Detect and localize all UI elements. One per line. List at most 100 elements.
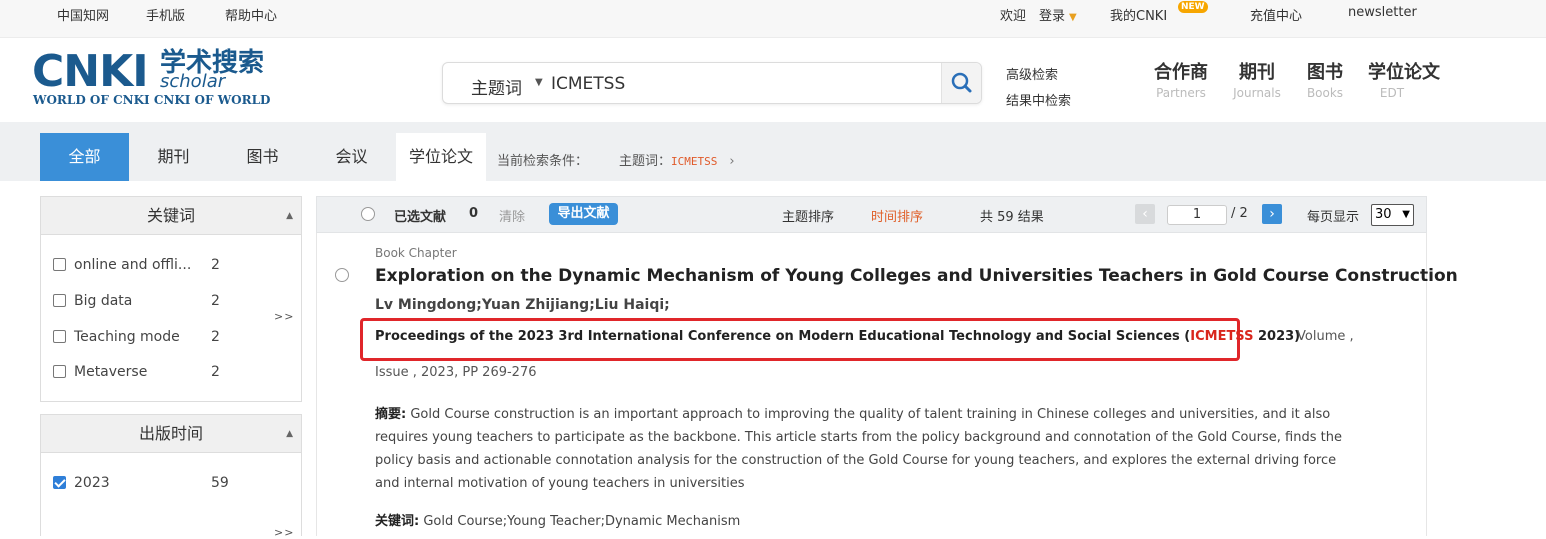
- link-help[interactable]: 帮助中心: [225, 5, 277, 24]
- collapse-arrow-icon[interactable]: ▲: [286, 415, 293, 453]
- nav-edt-en: EDT: [1379, 86, 1405, 100]
- nav-books-label: 图书: [1307, 62, 1343, 83]
- chevron-down-icon: ▼: [1402, 209, 1410, 220]
- keyword-filter-panel: 关键词 ▲ online and offli... 2 Big data 2 T…: [40, 196, 302, 402]
- tab-conference[interactable]: 会议: [307, 133, 396, 181]
- year-filter-title: 出版时间: [138, 424, 203, 443]
- login-link[interactable]: 登录 ▼: [1039, 5, 1077, 24]
- select-all-radio[interactable]: [361, 207, 375, 221]
- keyword-filter-header[interactable]: 关键词 ▲: [41, 197, 301, 235]
- nav-partners-en: Partners: [1156, 86, 1206, 100]
- abstract-text: Gold Course construction is an important…: [375, 407, 1342, 491]
- sort-by-time[interactable]: 时间排序: [871, 206, 923, 225]
- collapse-arrow-icon[interactable]: ▲: [286, 197, 293, 235]
- keywords-label: 关键词:: [375, 514, 420, 529]
- per-page-select[interactable]: 30 ▼: [1371, 204, 1414, 226]
- newsletter-link[interactable]: newsletter: [1348, 5, 1417, 20]
- nav-journals-label: 期刊: [1239, 62, 1275, 83]
- checkbox[interactable]: [53, 294, 66, 307]
- prev-page-button[interactable]: ‹: [1135, 204, 1155, 224]
- my-cnki-link[interactable]: 我的CNKI: [1110, 5, 1167, 24]
- search-icon: [951, 72, 972, 93]
- year-filter-panel: 出版时间 ▲ 2023 59 >>: [40, 414, 302, 539]
- year-filter-item[interactable]: 2023: [53, 475, 110, 491]
- keywords-text[interactable]: Gold Course;Young Teacher;Dynamic Mechan…: [423, 514, 740, 529]
- chevron-right-icon[interactable]: ›: [729, 154, 734, 169]
- sort-by-topic[interactable]: 主题排序: [782, 206, 834, 225]
- search-within-results-link[interactable]: 结果中检索: [1006, 90, 1071, 109]
- tab-dissertations[interactable]: 学位论文: [396, 133, 486, 181]
- chevron-down-icon: ▼: [1069, 12, 1077, 23]
- filter-label: Teaching mode: [74, 329, 180, 345]
- advanced-search-link[interactable]: 高级检索: [1006, 64, 1058, 83]
- keyword-filter-item[interactable]: online and offli...: [53, 257, 191, 273]
- tab-books[interactable]: 图书: [218, 133, 307, 181]
- filter-count: 2: [211, 293, 220, 309]
- year-filter-header[interactable]: 出版时间 ▲: [41, 415, 301, 453]
- export-button[interactable]: 导出文献: [549, 203, 618, 225]
- search-field-select[interactable]: 主题词: [471, 74, 522, 99]
- nav-partners-label: 合作商: [1154, 62, 1208, 83]
- condition-field: 主题词：: [619, 154, 672, 169]
- recharge-link[interactable]: 充值中心: [1250, 5, 1302, 24]
- top-bar: 中国知网 手机版 帮助中心 欢迎 登录 ▼ 我的CNKI NEW 充值中心 new…: [0, 0, 1546, 38]
- keyword-filter-item[interactable]: Big data: [53, 293, 132, 309]
- page-input[interactable]: 1: [1167, 205, 1227, 225]
- keyword-filter-item[interactable]: Metaverse: [53, 364, 147, 380]
- checkbox-checked[interactable]: [53, 476, 66, 489]
- caret-down-icon: ▼: [535, 77, 543, 88]
- per-page-label: 每页显示: [1307, 210, 1360, 225]
- filter-count: 2: [211, 364, 220, 380]
- nav-books-en: Books: [1306, 86, 1344, 100]
- doc-authors[interactable]: Lv Mingdong;Yuan Zhijiang;Liu Haiqi;: [375, 297, 670, 313]
- logo-subtitle: WORLD OF CNKI CNKI OF WORLD: [33, 93, 271, 107]
- search-condition-label: 当前检索条件：: [497, 154, 589, 169]
- logo-cnki: CNKI: [32, 46, 149, 97]
- clear-button[interactable]: 清除: [499, 206, 525, 225]
- nav-journals-en: Journals: [1233, 86, 1281, 100]
- checkbox[interactable]: [53, 365, 66, 378]
- doc-source-link[interactable]: Proceedings of the 2023 3rd Internationa…: [375, 329, 1300, 344]
- tab-journals[interactable]: 期刊: [129, 133, 218, 181]
- welcome-text: 欢迎: [1000, 9, 1027, 24]
- search-input[interactable]: ICMETSS: [551, 74, 625, 94]
- filter-count: 2: [211, 257, 220, 273]
- search-box: 主题词 ▼ ICMETSS: [442, 62, 982, 104]
- link-cnki-china[interactable]: 中国知网: [57, 5, 109, 24]
- link-mobile[interactable]: 手机版: [146, 5, 185, 24]
- doc-title-link[interactable]: Exploration on the Dynamic Mechanism of …: [375, 266, 1458, 286]
- checkbox[interactable]: [53, 258, 66, 271]
- doc-type: Book Chapter: [375, 246, 457, 260]
- result-total: 共 59 结果: [980, 210, 1044, 225]
- logo-scholar: scholar: [160, 71, 226, 92]
- keyword-filter-item[interactable]: Teaching mode: [53, 329, 180, 345]
- filter-label: online and offli...: [74, 257, 192, 273]
- nav-edt-label: 学位论文: [1368, 62, 1440, 83]
- filter-label: 2023: [74, 475, 110, 491]
- checkbox[interactable]: [53, 330, 66, 343]
- login-label: 登录: [1039, 9, 1066, 24]
- next-page-button[interactable]: ›: [1262, 204, 1282, 224]
- more-keywords-link[interactable]: >>: [274, 310, 294, 323]
- chevron-left-icon: ‹: [1142, 206, 1148, 222]
- filter-count: 59: [211, 475, 229, 491]
- filter-count: 2: [211, 329, 220, 345]
- source-suffix: 2023): [1253, 329, 1301, 344]
- more-years-link[interactable]: >>: [274, 526, 294, 539]
- abstract-label: 摘要:: [375, 407, 407, 422]
- search-condition: 主题词：ICMETSS ›: [619, 150, 735, 169]
- page-total: / 2: [1231, 206, 1248, 221]
- per-page-value: 30: [1375, 207, 1392, 222]
- filter-label: Big data: [74, 293, 133, 309]
- source-highlight: ICMETSS: [1190, 329, 1254, 344]
- doc-volume: Volume ,: [1297, 329, 1354, 344]
- chevron-right-icon: ›: [1269, 206, 1275, 222]
- doc-keywords: 关键词: Gold Course;Young Teacher;Dynamic M…: [375, 510, 740, 529]
- doc-issue: Issue , 2023, PP 269-276: [375, 365, 537, 380]
- search-button[interactable]: [941, 63, 981, 103]
- filter-label: Metaverse: [74, 364, 148, 380]
- result-select-radio[interactable]: [335, 268, 349, 282]
- tab-all[interactable]: 全部: [40, 133, 129, 181]
- source-prefix: Proceedings of the 2023 3rd Internationa…: [375, 329, 1191, 344]
- condition-keyword: ICMETSS: [671, 155, 718, 168]
